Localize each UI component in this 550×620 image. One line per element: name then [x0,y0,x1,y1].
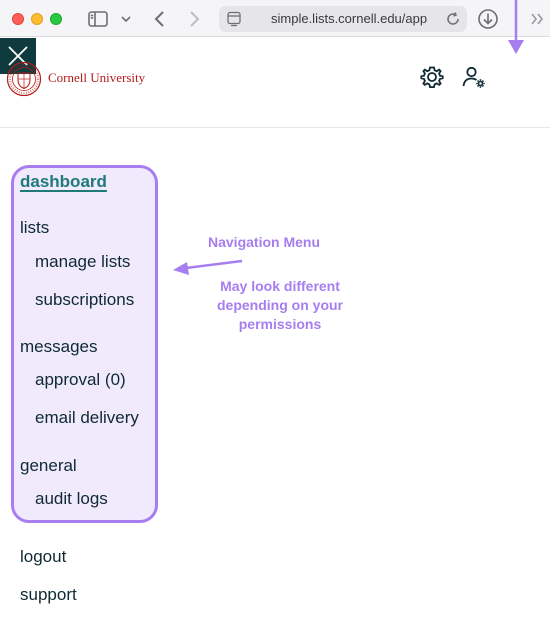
chevron-down-icon[interactable] [119,8,133,30]
window-close-button[interactable] [12,13,24,25]
nav-link-email-delivery[interactable]: email delivery [35,408,139,428]
nav-heading-general: general [20,456,77,475]
sidebar-icon[interactable] [87,8,109,30]
url-text[interactable]: simple.lists.cornell.edu/app [271,11,443,26]
window-minimize-button[interactable] [31,13,43,25]
brand-wordmark[interactable]: Cornell University [48,70,145,86]
cornell-seal-logo[interactable] [6,61,42,97]
browser-toolbar: simple.lists.cornell.edu/app [0,0,550,37]
settings-icon[interactable] [415,60,449,94]
nav-link-audit-logs[interactable]: audit logs [35,489,108,509]
address-bar[interactable]: simple.lists.cornell.edu/app [219,6,467,32]
account-settings-icon[interactable] [457,60,491,94]
nav-heading-messages: messages [20,337,98,356]
annotation-title: Navigation Menu [208,234,321,250]
nav-link-dashboard[interactable]: dashboard [20,172,107,192]
nav-link-subscriptions[interactable]: subscriptions [35,290,134,310]
reload-icon[interactable] [445,11,461,27]
page-icon [227,11,241,27]
forward-arrow-icon[interactable] [186,8,202,30]
back-arrow-icon[interactable] [152,8,168,30]
nav-link-logout[interactable]: logout [20,547,66,567]
site-header: Cornell University [0,38,550,128]
window-zoom-button[interactable] [50,13,62,25]
nav-link-manage-lists[interactable]: manage lists [35,252,130,272]
nav-link-approval[interactable]: approval (0) [35,370,126,390]
overflow-chevrons-icon[interactable] [530,10,544,28]
arrow-to-nav-icon [173,259,243,275]
download-icon[interactable] [476,7,500,31]
annotation-note: May look different depending on your per… [217,278,343,332]
nav-link-support[interactable]: support [20,585,77,605]
nav-heading-lists: lists [20,218,50,237]
